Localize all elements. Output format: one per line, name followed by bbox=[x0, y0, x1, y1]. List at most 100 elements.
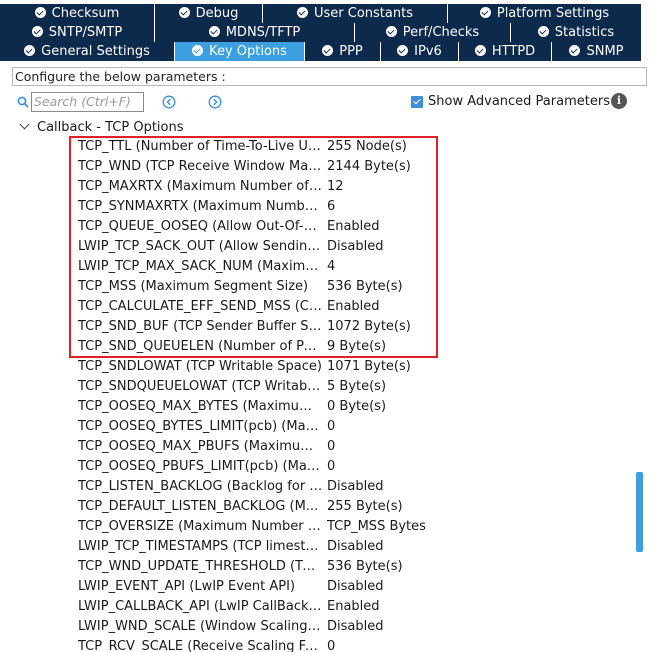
parameter-value[interactable]: 4 bbox=[327, 257, 335, 277]
group-callback-tcp-options[interactable]: Callback - TCP Options bbox=[19, 119, 184, 136]
tab-sntp-smtp[interactable]: SNTP/SMTP bbox=[0, 23, 155, 42]
parameter-value[interactable]: 0 bbox=[327, 437, 335, 457]
tab-key-options[interactable]: Key Options bbox=[175, 42, 305, 61]
parameter-value[interactable]: 2144 Byte(s) bbox=[327, 157, 411, 177]
parameter-row[interactable]: TCP_RCV_SCALE (Receive Scaling Fa... 0 bbox=[0, 637, 630, 652]
parameter-row[interactable]: TCP_OOSEQ_MAX_PBUFS (Maximum ... 0 bbox=[0, 437, 630, 457]
parameter-row[interactable]: TCP_SND_QUEUELEN (Number of Pac... 9 Byte… bbox=[0, 337, 630, 357]
parameter-row[interactable]: TCP_MSS (Maximum Segment Size) 536 Byte(s… bbox=[0, 277, 630, 297]
parameter-name: TCP_CALCULATE_EFF_SEND_MSS (Cal... bbox=[78, 299, 323, 314]
parameter-value[interactable]: Disabled bbox=[327, 477, 383, 497]
parameter-row[interactable]: LWIP_CALLBACK_API (LwIP CallBack ... Enab… bbox=[0, 597, 630, 617]
parameter-row[interactable]: TCP_OOSEQ_PBUFS_LIMIT(pcb) (Maxi... 0 bbox=[0, 457, 630, 477]
search-input[interactable]: Search (Ctrl+F) bbox=[31, 92, 144, 112]
parameter-row[interactable]: TCP_DEFAULT_LISTEN_BACKLOG (M... 255 Byte… bbox=[0, 497, 630, 517]
parameter-value[interactable]: 0 Byte(s) bbox=[327, 397, 386, 417]
parameter-row[interactable]: TCP_OOSEQ_BYTES_LIMIT(pcb) (Maxi... 0 bbox=[0, 417, 630, 437]
parameter-value[interactable]: Enabled bbox=[327, 217, 380, 237]
parameter-value[interactable]: 0 bbox=[327, 457, 335, 477]
check-circle-icon bbox=[24, 45, 36, 56]
check-circle-icon bbox=[397, 45, 409, 56]
parameter-value[interactable]: 9 Byte(s) bbox=[327, 337, 386, 357]
parameter-value[interactable]: TCP_MSS Bytes bbox=[327, 517, 426, 537]
parameter-name: TCP_SYNMAXRTX (Maximum Number o... bbox=[78, 199, 323, 214]
search-icon[interactable] bbox=[17, 96, 29, 108]
check-circle-icon bbox=[569, 45, 581, 56]
parameter-row[interactable]: TCP_TTL (Number of Time-To-Live Used ...… bbox=[0, 137, 630, 157]
scrollbar[interactable] bbox=[633, 118, 645, 652]
parameter-row[interactable]: TCP_LISTEN_BACKLOG (Backlog for T... Disa… bbox=[0, 477, 630, 497]
tab-ppp[interactable]: PPP bbox=[305, 42, 381, 61]
parameter-name: TCP_MSS (Maximum Segment Size) bbox=[78, 279, 309, 294]
parameter-row[interactable]: TCP_SND_BUF (TCP Sender Buffer Spa... 107… bbox=[0, 317, 630, 337]
tab-label: MDNS/TFTP bbox=[225, 25, 301, 40]
tab-label: Statistics bbox=[554, 25, 615, 40]
arrow-left-circle-icon[interactable] bbox=[162, 95, 176, 109]
parameter-row[interactable]: TCP_OVERSIZE (Maximum Number of ... TCP_M… bbox=[0, 517, 630, 537]
tab-label: SNTP/SMTP bbox=[48, 25, 123, 40]
parameter-value[interactable]: Enabled bbox=[327, 297, 380, 317]
parameter-value[interactable]: Disabled bbox=[327, 237, 383, 257]
parameter-value[interactable]: 255 Byte(s) bbox=[327, 497, 403, 517]
parameter-row[interactable]: TCP_OOSEQ_MAX_BYTES (Maximum ... 0 Byte(s… bbox=[0, 397, 630, 417]
parameter-value[interactable]: Disabled bbox=[327, 577, 383, 597]
tab-user-constants[interactable]: User Constants bbox=[263, 4, 448, 23]
scrollbar-thumb[interactable] bbox=[636, 472, 643, 552]
parameter-value[interactable]: 536 Byte(s) bbox=[327, 557, 403, 577]
parameter-row[interactable]: TCP_QUEUE_OOSEQ (Allow Out-Of-Or... Enabl… bbox=[0, 217, 630, 237]
check-circle-icon bbox=[322, 45, 334, 56]
parameter-name: LWIP_WND_SCALE (Window Scaling S... bbox=[78, 619, 323, 634]
parameter-value[interactable]: 255 Node(s) bbox=[327, 137, 407, 157]
parameter-row[interactable]: TCP_CALCULATE_EFF_SEND_MSS (Cal... Enable… bbox=[0, 297, 630, 317]
tab-label: HTTPD bbox=[491, 44, 536, 59]
parameter-row[interactable]: TCP_SYNMAXRTX (Maximum Number o... 6 bbox=[0, 197, 630, 217]
parameter-value[interactable]: 1071 Byte(s) bbox=[327, 357, 411, 377]
parameter-value[interactable]: 0 bbox=[327, 637, 335, 652]
tab-httpd[interactable]: HTTPD bbox=[459, 42, 552, 61]
tab-snmp[interactable]: SNMP bbox=[552, 42, 642, 61]
parameter-value[interactable]: 0 bbox=[327, 417, 335, 437]
parameter-value[interactable]: 1072 Byte(s) bbox=[327, 317, 411, 337]
parameter-row[interactable]: LWIP_TCP_MAX_SACK_NUM (Maximu... 4 bbox=[0, 257, 630, 277]
tab-label: Key Options bbox=[209, 44, 287, 59]
parameter-value[interactable]: Enabled bbox=[327, 597, 380, 617]
info-icon[interactable]: i bbox=[611, 93, 627, 109]
parameter-row[interactable]: LWIP_EVENT_API (LwIP Event API) Disabled bbox=[0, 577, 630, 597]
check-circle-icon bbox=[208, 26, 220, 37]
tab-checksum[interactable]: Checksum bbox=[0, 4, 155, 23]
parameter-name: TCP_QUEUE_OOSEQ (Allow Out-Of-Or... bbox=[78, 219, 323, 234]
tab-platform-settings[interactable]: Platform Settings bbox=[448, 4, 642, 23]
toolbar: Search (Ctrl+F) Show Advanced Parameters… bbox=[0, 91, 653, 113]
arrow-right-circle-icon[interactable] bbox=[208, 95, 222, 109]
tab-label: SNMP bbox=[586, 44, 624, 59]
parameter-row[interactable]: LWIP_TCP_TIMESTAMPS (TCP limesta... Disab… bbox=[0, 537, 630, 557]
parameter-name: TCP_RCV_SCALE (Receive Scaling Fa... bbox=[78, 639, 323, 652]
tab-statistics[interactable]: Statistics bbox=[511, 23, 642, 42]
parameter-name: TCP_SND_QUEUELEN (Number of Pac... bbox=[78, 339, 323, 354]
parameter-value[interactable]: 536 Byte(s) bbox=[327, 277, 403, 297]
tab-mdns-tftp[interactable]: MDNS/TFTP bbox=[155, 23, 355, 42]
parameter-row[interactable]: TCP_WND (TCP Receive Window Maxi... 2144 … bbox=[0, 157, 630, 177]
parameter-row[interactable]: TCP_MAXRTX (Maximum Number of Ret... 12 bbox=[0, 177, 630, 197]
parameter-row[interactable]: TCP_SNDQUEUELOWAT (TCP Writabl... 5 Byte(… bbox=[0, 377, 630, 397]
parameter-name: LWIP_TCP_SACK_OUT (Allow Sending ... bbox=[78, 239, 323, 254]
chevron-down-icon[interactable] bbox=[19, 119, 30, 130]
show-advanced-checkbox[interactable] bbox=[411, 96, 423, 108]
parameter-value[interactable]: Disabled bbox=[327, 537, 383, 557]
parameter-value[interactable]: 12 bbox=[327, 177, 344, 197]
parameter-name: TCP_OOSEQ_MAX_BYTES (Maximum ... bbox=[78, 399, 323, 414]
tab-ipv6[interactable]: IPv6 bbox=[381, 42, 459, 61]
configure-label: Configure the below parameters : bbox=[12, 67, 647, 86]
tab-perf-checks[interactable]: Perf/Checks bbox=[355, 23, 511, 42]
parameter-row[interactable]: LWIP_TCP_SACK_OUT (Allow Sending ... Disa… bbox=[0, 237, 630, 257]
tab-general-settings[interactable]: General Settings bbox=[0, 42, 175, 61]
parameter-value[interactable]: 6 bbox=[327, 197, 335, 217]
parameter-row[interactable]: TCP_SNDLOWAT (TCP Writable Space) 1071 By… bbox=[0, 357, 630, 377]
parameter-row[interactable]: TCP_WND_UPDATE_THRESHOLD (TC... 536 Byte(… bbox=[0, 557, 630, 577]
parameter-value[interactable]: Disabled bbox=[327, 617, 383, 637]
parameter-row[interactable]: LWIP_WND_SCALE (Window Scaling S... Disab… bbox=[0, 617, 630, 637]
tab-label: Perf/Checks bbox=[402, 25, 480, 40]
parameter-value[interactable]: 5 Byte(s) bbox=[327, 377, 386, 397]
tab-label: Checksum bbox=[51, 6, 120, 21]
tab-debug[interactable]: Debug bbox=[155, 4, 263, 23]
